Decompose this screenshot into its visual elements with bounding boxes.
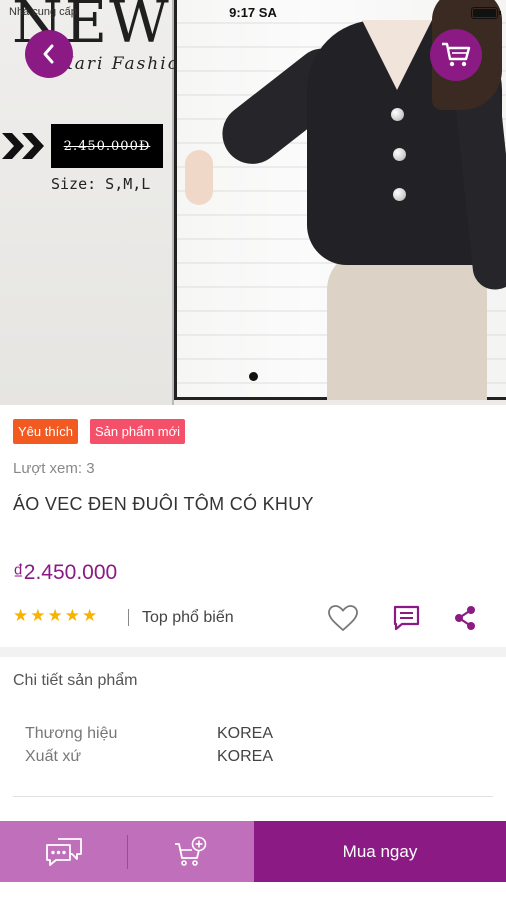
favorite-button[interactable] bbox=[326, 602, 360, 634]
chat-button[interactable] bbox=[0, 821, 128, 882]
product-badges: Yêu thích Sản phẩm mới bbox=[13, 419, 186, 444]
share-icon bbox=[455, 606, 475, 630]
heart-icon bbox=[328, 605, 358, 632]
spec-value: KOREA bbox=[217, 725, 274, 742]
brand-script: Kari Fashion bbox=[60, 54, 193, 74]
comment-icon bbox=[393, 605, 419, 631]
buy-now-button[interactable]: Mua ngay bbox=[254, 821, 506, 882]
comment-button[interactable] bbox=[392, 604, 420, 632]
rating-separator bbox=[128, 609, 129, 626]
spec-key: Thương hiệu bbox=[25, 725, 118, 742]
product-price: ₫2.450.000 bbox=[13, 561, 118, 584]
cart-button[interactable] bbox=[430, 29, 482, 81]
status-time: 9:17 SA bbox=[229, 5, 277, 20]
hero-price-tag: 2.450.000Đ bbox=[51, 124, 163, 168]
share-button[interactable] bbox=[452, 604, 478, 632]
badge-favorite: Yêu thích bbox=[13, 419, 78, 444]
double-arrow-icon bbox=[2, 133, 44, 159]
cart-icon bbox=[442, 42, 471, 67]
badge-new-product: Sản phẩm mới bbox=[89, 419, 186, 444]
battery-icon bbox=[471, 7, 501, 19]
bottom-action-bar: Mua ngay bbox=[0, 821, 506, 882]
add-to-cart-button[interactable] bbox=[128, 821, 254, 882]
details-divider bbox=[13, 796, 493, 797]
popularity-label: Top phổ biến bbox=[142, 609, 234, 626]
spec-key: Xuất xứ bbox=[25, 748, 82, 765]
view-count: Lượt xem: 3 bbox=[13, 460, 95, 477]
carousel-page-indicator[interactable] bbox=[249, 372, 258, 381]
chat-bubbles-icon bbox=[46, 837, 82, 866]
back-button[interactable] bbox=[25, 30, 73, 78]
bottom-bar-divider bbox=[127, 835, 128, 869]
hero-size-text: Size: S,M,L bbox=[51, 175, 151, 193]
spec-value: KOREA bbox=[217, 748, 274, 765]
product-details-heading: Chi tiết sản phẩm bbox=[13, 672, 138, 689]
cart-plus-icon bbox=[175, 836, 207, 866]
product-title: ÁO VEC ĐEN ĐUÔI TÔM CÓ KHUY bbox=[13, 494, 314, 514]
section-divider bbox=[0, 647, 506, 657]
chevron-left-icon bbox=[43, 44, 54, 64]
rating-stars: ★★★★★ bbox=[13, 606, 100, 625]
